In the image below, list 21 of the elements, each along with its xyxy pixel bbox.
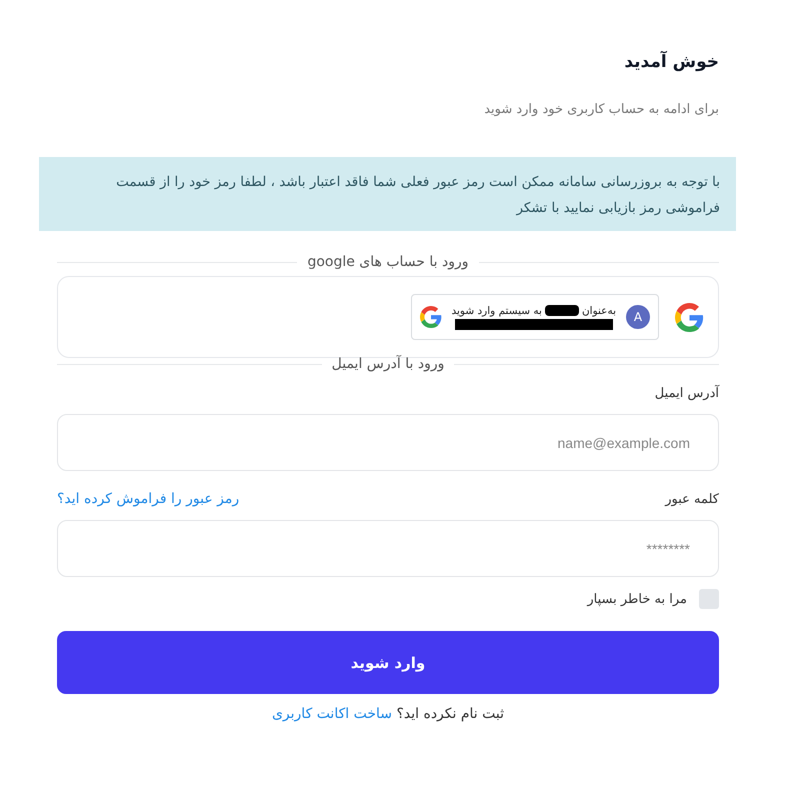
notice-text: با توجه به بروزرسانی سامانه ممکن است رمز عبور فعلی شما فاقد اعتبار باشد ، لطفا رمز خود را از قسمت فراموشی رمز بازیابی نمایید با تشکر <box>116 174 720 216</box>
redaction-bar <box>544 305 579 316</box>
signup-link[interactable]: ساخت اکانت کاربری <box>272 706 392 722</box>
password-field[interactable]: ******** <box>57 520 719 577</box>
account-text: به سیستم وارد شوید <box>452 304 542 316</box>
footer-text: ثبت نام نکرده اید؟ <box>396 706 504 722</box>
remember-me-label: مرا به خاطر بسپار <box>587 592 687 606</box>
checkbox[interactable] <box>699 589 719 609</box>
google-g-icon <box>675 302 704 332</box>
login-button[interactable]: وارد شوید <box>57 631 719 694</box>
page-title: خوش آمدید <box>623 52 719 72</box>
account-text: به‌عنوان <box>582 304 616 316</box>
page-subtitle: برای ادامه به حساب کاربری خود وارد شوید <box>483 102 719 117</box>
email-field[interactable]: name@example.com <box>57 414 719 471</box>
field-label: کلمه عبور <box>665 492 719 506</box>
forgot-password-link[interactable]: رمز عبور را فراموش کرده اید؟ <box>57 491 240 507</box>
google-g-icon <box>420 306 442 328</box>
field-label: آدرس ایمیل <box>654 386 719 401</box>
divider-label: ورود با حساب های google <box>307 254 469 270</box>
avatar: A <box>626 305 650 329</box>
divider-label: ورود با آدرس ایمیل <box>332 356 444 372</box>
